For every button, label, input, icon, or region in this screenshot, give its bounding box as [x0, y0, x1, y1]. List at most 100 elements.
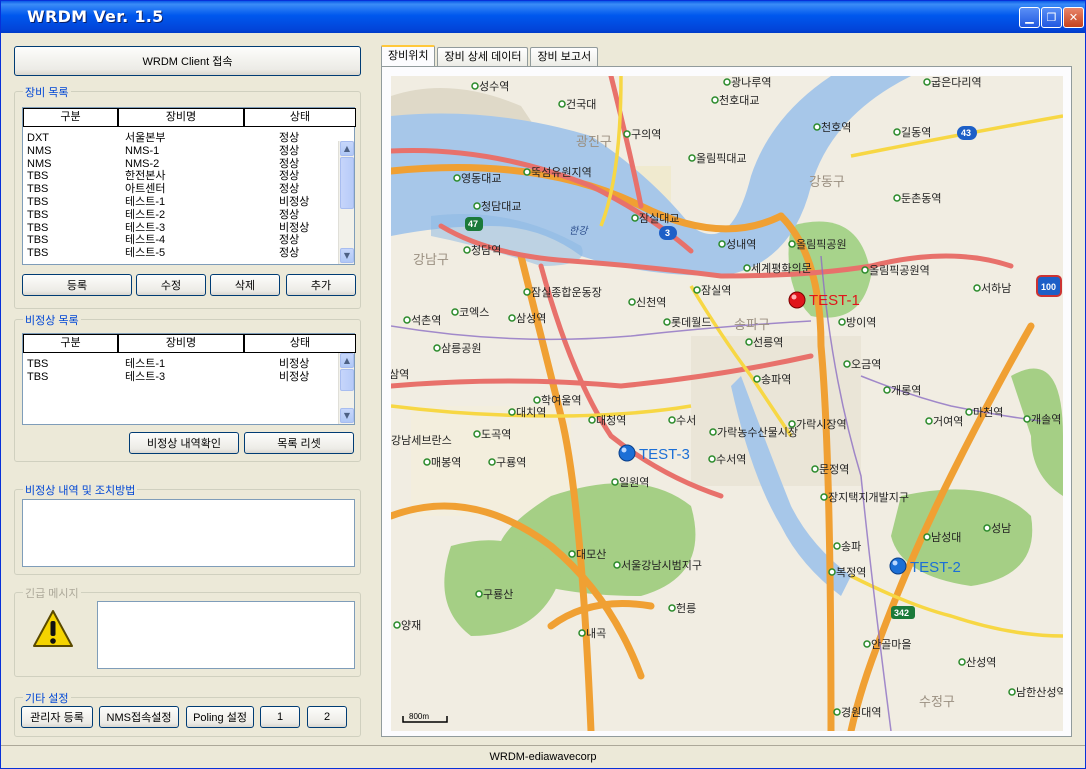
blue-pin-icon[interactable]: [889, 557, 907, 575]
station-icon: [973, 284, 981, 292]
station-icon: [863, 640, 871, 648]
station-label: 올림픽대교: [696, 152, 747, 165]
station-label: 삼성역: [516, 312, 546, 325]
station-icon: [923, 78, 931, 86]
red-pin-icon[interactable]: [788, 291, 806, 309]
list-item-name: 테스트-3: [125, 370, 166, 383]
edit-button[interactable]: 수정: [136, 274, 206, 296]
station-label: 매봉역: [431, 456, 461, 469]
station-icon: [708, 455, 716, 463]
marker-test-2[interactable]: TEST-2: [889, 557, 961, 576]
close-icon[interactable]: ✕: [1063, 7, 1084, 28]
station-icon: [668, 416, 676, 424]
route-number: 3: [665, 228, 670, 238]
title-bar[interactable]: WRDM Ver. 1.5 ▁ ❐ ✕: [1, 1, 1085, 33]
list-item-type: TBS: [27, 358, 49, 370]
scroll-down-icon[interactable]: ▼: [340, 408, 354, 423]
nms-connect-settings-button[interactable]: NMS접속설정: [99, 706, 179, 728]
station-label: 서울강남시범지구: [621, 559, 702, 572]
device-list-view[interactable]: 구분 장비명 상태 DXT 서울본부 정상 NMS NMS-1 정상 NMS NMS-2 정상 T…: [22, 107, 356, 265]
client-connect-button[interactable]: WRDM Client 접속: [14, 46, 361, 76]
delete-button[interactable]: 삭제: [210, 274, 280, 296]
column-header-status[interactable]: 상태: [244, 334, 356, 352]
column-header-name[interactable]: 장비명: [118, 108, 244, 126]
station-label: 삼릉공원: [441, 342, 481, 355]
maximize-icon[interactable]: ❐: [1041, 7, 1062, 28]
station-label: 선릉역: [753, 336, 783, 349]
station-icon: [1008, 688, 1016, 696]
scroll-up-icon[interactable]: ▲: [340, 353, 354, 368]
warning-icon: [33, 610, 73, 647]
scroll-down-icon[interactable]: ▼: [340, 248, 354, 263]
list-item-name: 테스트-4: [125, 234, 166, 247]
admin-register-button[interactable]: 관리자 등록: [21, 706, 93, 728]
tab-device-report[interactable]: 장비 보고서: [530, 47, 599, 67]
device-list-group: 장비 목록 구분 장비명 상태 DXT 서울본부 정상 NMS NMS-1 정상 NMS NM…: [14, 84, 361, 309]
station-label: 구룡산: [483, 588, 513, 601]
station-icon: [983, 524, 991, 532]
marker-label[interactable]: TEST-2: [910, 559, 961, 576]
map-view[interactable]: 광진구 강동구 강남구 송파구 수정구 한강 성수역 광나루역 굽은다리역 건국대 천호…: [391, 76, 1063, 731]
station-icon: [833, 708, 841, 716]
marker-test-1[interactable]: TEST-1: [788, 291, 860, 309]
station-label: 둔촌동역: [901, 192, 941, 205]
abnormal-list-view[interactable]: 구분 장비명 상태 TBS 테스트-1 비정상 TBS 테스트-3 비정상 ▲ ▼: [22, 333, 356, 425]
emergency-message-textbox[interactable]: [97, 601, 355, 669]
abnormal-list-group: 비정상 목록 구분 장비명 상태 TBS 테스트-1 비정상 TBS 테스트-3 비정상 …: [14, 312, 361, 462]
minimize-icon[interactable]: ▁: [1019, 7, 1040, 28]
check-abnormal-button[interactable]: 비정상 내역확인: [129, 432, 239, 454]
station-label: 오금역: [851, 358, 881, 371]
pin-highlight: [621, 447, 627, 453]
list-item-status: 정상: [279, 170, 300, 183]
station-icon: [788, 240, 796, 248]
station-label: 도곡역: [481, 428, 511, 441]
station-icon: [423, 458, 431, 466]
list-item-status: 비정상: [279, 358, 310, 370]
map-canvas[interactable]: 광진구 강동구 강남구 송파구 수정구 한강 성수역 광나루역 굽은다리역건국대 천호…: [391, 76, 1063, 731]
column-header-status[interactable]: 상태: [244, 108, 356, 126]
column-header-name[interactable]: 장비명: [118, 334, 244, 352]
scroll-thumb[interactable]: [340, 369, 354, 391]
station-icon: [613, 561, 621, 569]
tab-device-detail-data[interactable]: 장비 상세 데이터: [437, 47, 529, 67]
list-item-name: 아트센터: [125, 183, 166, 196]
station-label: 길동역: [901, 126, 931, 139]
list-item-name: 테스트-5: [125, 247, 166, 260]
marker-label[interactable]: TEST-3: [639, 446, 690, 463]
scroll-up-icon[interactable]: ▲: [340, 141, 354, 156]
main-window: WRDM Ver. 1.5 ▁ ❐ ✕ WRDM Client 접속 장비 목록…: [0, 0, 1086, 769]
polling-settings-button[interactable]: Poling 설정: [186, 706, 254, 728]
station-icon: [523, 168, 531, 176]
station-icon: [688, 154, 696, 162]
blue-pin-icon[interactable]: [618, 444, 636, 462]
button-1[interactable]: 1: [260, 706, 300, 728]
station-label: 잠실대교: [639, 212, 679, 225]
station-icon: [568, 550, 576, 558]
marker-label[interactable]: TEST-1: [809, 292, 860, 309]
abnormal-detail-textbox[interactable]: [22, 499, 355, 567]
column-header-type[interactable]: 구분: [23, 334, 118, 352]
station-icon: [718, 240, 726, 248]
station-label: 올림픽공원역: [869, 264, 930, 277]
list-item-status: 정상: [279, 144, 300, 157]
station-label: 잠실종합운동장: [531, 286, 602, 299]
reset-list-button[interactable]: 목록 리셋: [244, 432, 354, 454]
station-label: 송파역: [761, 373, 791, 386]
add-button[interactable]: 추가: [286, 274, 356, 296]
list-item-name: 테스트-1: [125, 358, 166, 370]
station-label: 뚝섬유원지역: [531, 166, 592, 179]
station-label: 수서: [676, 414, 696, 427]
register-button[interactable]: 등록: [22, 274, 132, 296]
column-header-type[interactable]: 구분: [23, 108, 118, 126]
list-item-name: 테스트-2: [125, 208, 166, 221]
device-list-scrollbar[interactable]: ▲ ▼: [338, 141, 354, 264]
scroll-thumb[interactable]: [340, 157, 354, 209]
scale-label: 800m: [409, 712, 429, 721]
status-bar: WRDM-ediawavecorp: [1, 745, 1085, 768]
abnormal-list-scrollbar[interactable]: ▲ ▼: [338, 353, 354, 424]
station-icon: [471, 82, 479, 90]
tab-device-location[interactable]: 장비위치: [381, 45, 436, 67]
button-2[interactable]: 2: [307, 706, 347, 728]
station-label: 남한산성역: [1016, 686, 1063, 699]
marker-test-3[interactable]: TEST-3: [618, 444, 690, 463]
